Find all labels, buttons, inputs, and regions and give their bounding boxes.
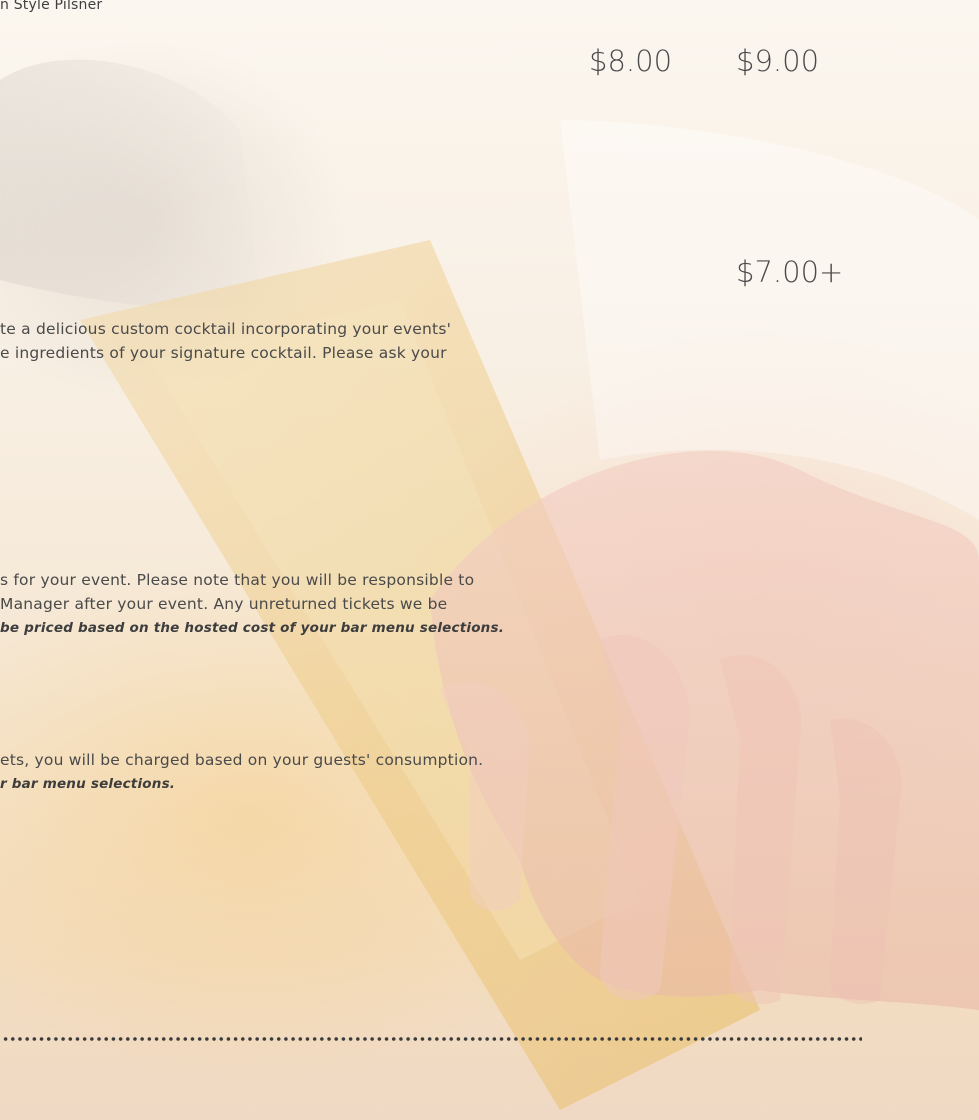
bar-menu-page: n Style Pilsner $8.00 $9.00 $7.00+ te a …: [0, 0, 979, 1120]
drink-tickets-pricing-note: be priced based on the hosted cost of yo…: [0, 620, 505, 636]
signature-cocktail-price: $7.00+: [736, 255, 844, 289]
drink-tickets-description: s for your event. Please note that you w…: [0, 568, 504, 640]
signature-cocktail-description: te a delicious custom cocktail incorpora…: [0, 317, 451, 365]
consumption-bar-pricing-note: r bar menu selections.: [0, 776, 176, 792]
premium-price: $9.00: [736, 44, 820, 78]
consumption-bar-description: ets, you will be charged based on your g…: [0, 748, 483, 796]
signature-cocktail-line-2: e ingredients of your signature cocktail…: [0, 344, 447, 362]
domestic-price: $8.00: [589, 44, 673, 78]
consumption-bar-line-1: ets, you will be charged based on your g…: [0, 751, 484, 769]
beer-style-line: n Style Pilsner: [0, 0, 103, 13]
drink-tickets-line-2: Manager after your event. Any unreturned…: [0, 595, 448, 613]
dotted-divider: [2, 1036, 862, 1042]
signature-cocktail-line-1: te a delicious custom cocktail incorpora…: [0, 320, 452, 338]
drink-tickets-line-1: s for your event. Please note that you w…: [0, 571, 475, 589]
